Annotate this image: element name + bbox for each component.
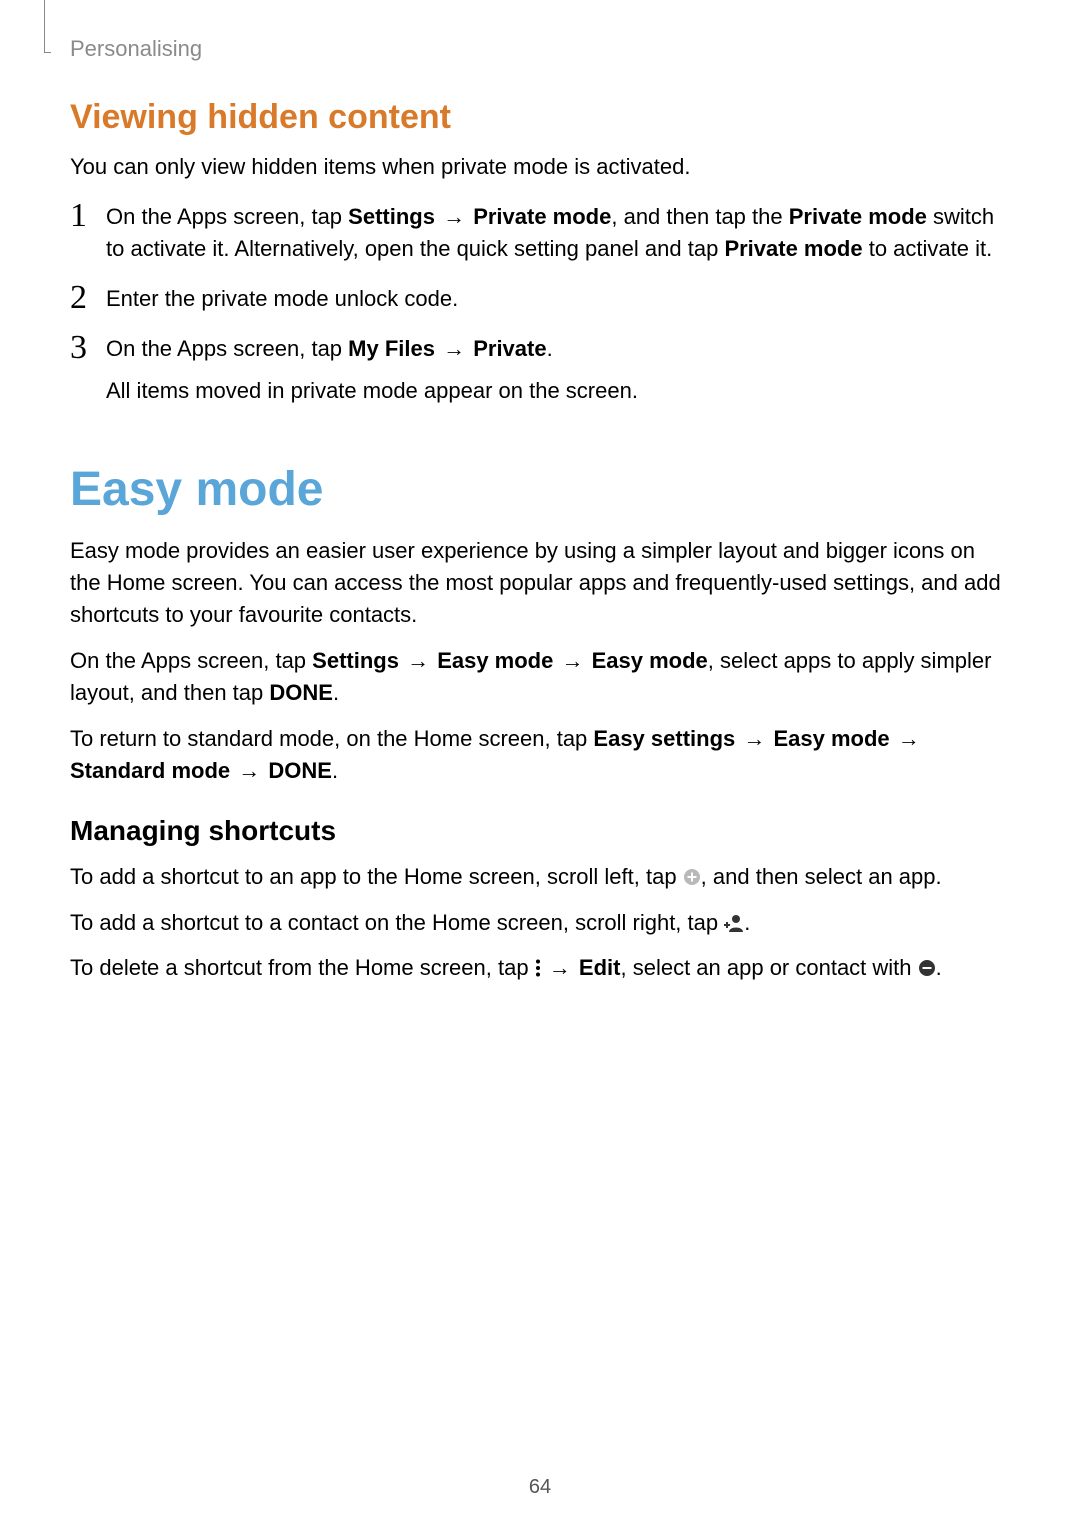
corner-mark xyxy=(44,0,51,53)
arrow: → xyxy=(541,955,579,980)
step-number: 2 xyxy=(70,281,106,315)
text: . xyxy=(744,910,750,935)
heading-easy-mode: Easy mode xyxy=(70,462,1010,517)
bold-my-files: My Files xyxy=(348,336,435,361)
arrow: → xyxy=(735,726,773,751)
page: Personalising Viewing hidden content You… xyxy=(0,0,1080,1527)
arrow: → xyxy=(890,726,922,751)
bold-easy-mode: Easy mode xyxy=(773,726,889,751)
step-body: On the Apps screen, tap My Files → Priva… xyxy=(106,333,1010,407)
text: . xyxy=(332,758,338,783)
text: To return to standard mode, on the Home … xyxy=(70,726,593,751)
bold-edit: Edit xyxy=(579,955,621,980)
easy-mode-description: Easy mode provides an easier user experi… xyxy=(70,535,1010,631)
bold-private-mode: Private mode xyxy=(473,204,611,229)
arrow: → xyxy=(435,204,473,229)
easy-mode-disable: To return to standard mode, on the Home … xyxy=(70,723,1010,787)
shortcut-add-contact: To add a shortcut to a contact on the Ho… xyxy=(70,907,1010,939)
text: , and then select an app. xyxy=(701,864,942,889)
intro-text: You can only view hidden items when priv… xyxy=(70,151,1010,183)
step-1: 1 On the Apps screen, tap Settings → Pri… xyxy=(70,201,1010,265)
bold-done: DONE xyxy=(269,680,333,705)
step-list: 1 On the Apps screen, tap Settings → Pri… xyxy=(70,201,1010,407)
bold-easy-mode: Easy mode xyxy=(437,648,553,673)
text: To add a shortcut to a contact on the Ho… xyxy=(70,910,724,935)
text: . xyxy=(333,680,339,705)
text: , and then tap the xyxy=(611,204,788,229)
bold-settings: Settings xyxy=(312,648,399,673)
text: Enter the private mode unlock code. xyxy=(106,283,1010,315)
step-number: 3 xyxy=(70,331,106,365)
bold-private-mode: Private mode xyxy=(789,204,927,229)
step-number: 1 xyxy=(70,199,106,233)
step-3: 3 On the Apps screen, tap My Files → Pri… xyxy=(70,333,1010,407)
bold-standard-mode: Standard mode xyxy=(70,758,230,783)
heading-viewing-hidden-content: Viewing hidden content xyxy=(70,98,1010,137)
bold-settings: Settings xyxy=(348,204,435,229)
easy-mode-enable: On the Apps screen, tap Settings → Easy … xyxy=(70,645,1010,709)
step-body: Enter the private mode unlock code. xyxy=(106,283,1010,315)
text: . xyxy=(936,955,942,980)
page-number: 64 xyxy=(0,1476,1080,1499)
breadcrumb: Personalising xyxy=(70,36,1010,62)
bold-private-mode: Private mode xyxy=(724,236,862,261)
text: to activate it. xyxy=(863,236,993,261)
arrow: → xyxy=(399,648,437,673)
bold-done: DONE xyxy=(268,758,332,783)
heading-managing-shortcuts: Managing shortcuts xyxy=(70,815,1010,847)
text: On the Apps screen, tap xyxy=(70,648,312,673)
bold-easy-settings: Easy settings xyxy=(593,726,735,751)
shortcut-add-app: To add a shortcut to an app to the Home … xyxy=(70,861,1010,893)
more-options-icon xyxy=(535,959,541,977)
text: . xyxy=(547,336,553,361)
text: To delete a shortcut from the Home scree… xyxy=(70,955,535,980)
bold-private: Private xyxy=(473,336,546,361)
bold-easy-mode: Easy mode xyxy=(592,648,708,673)
plus-circle-icon xyxy=(683,868,701,886)
text: To add a shortcut to an app to the Home … xyxy=(70,864,683,889)
text: On the Apps screen, tap xyxy=(106,204,348,229)
minus-circle-icon xyxy=(918,959,936,977)
text: , select an app or contact with xyxy=(620,955,917,980)
arrow: → xyxy=(230,758,268,783)
step-2: 2 Enter the private mode unlock code. xyxy=(70,283,1010,315)
shortcut-delete: To delete a shortcut from the Home scree… xyxy=(70,952,1010,984)
arrow: → xyxy=(435,336,473,361)
add-contact-icon xyxy=(724,914,744,932)
arrow: → xyxy=(553,648,591,673)
step-body: On the Apps screen, tap Settings → Priva… xyxy=(106,201,1010,265)
text: All items moved in private mode appear o… xyxy=(106,375,1010,407)
text: On the Apps screen, tap xyxy=(106,336,348,361)
